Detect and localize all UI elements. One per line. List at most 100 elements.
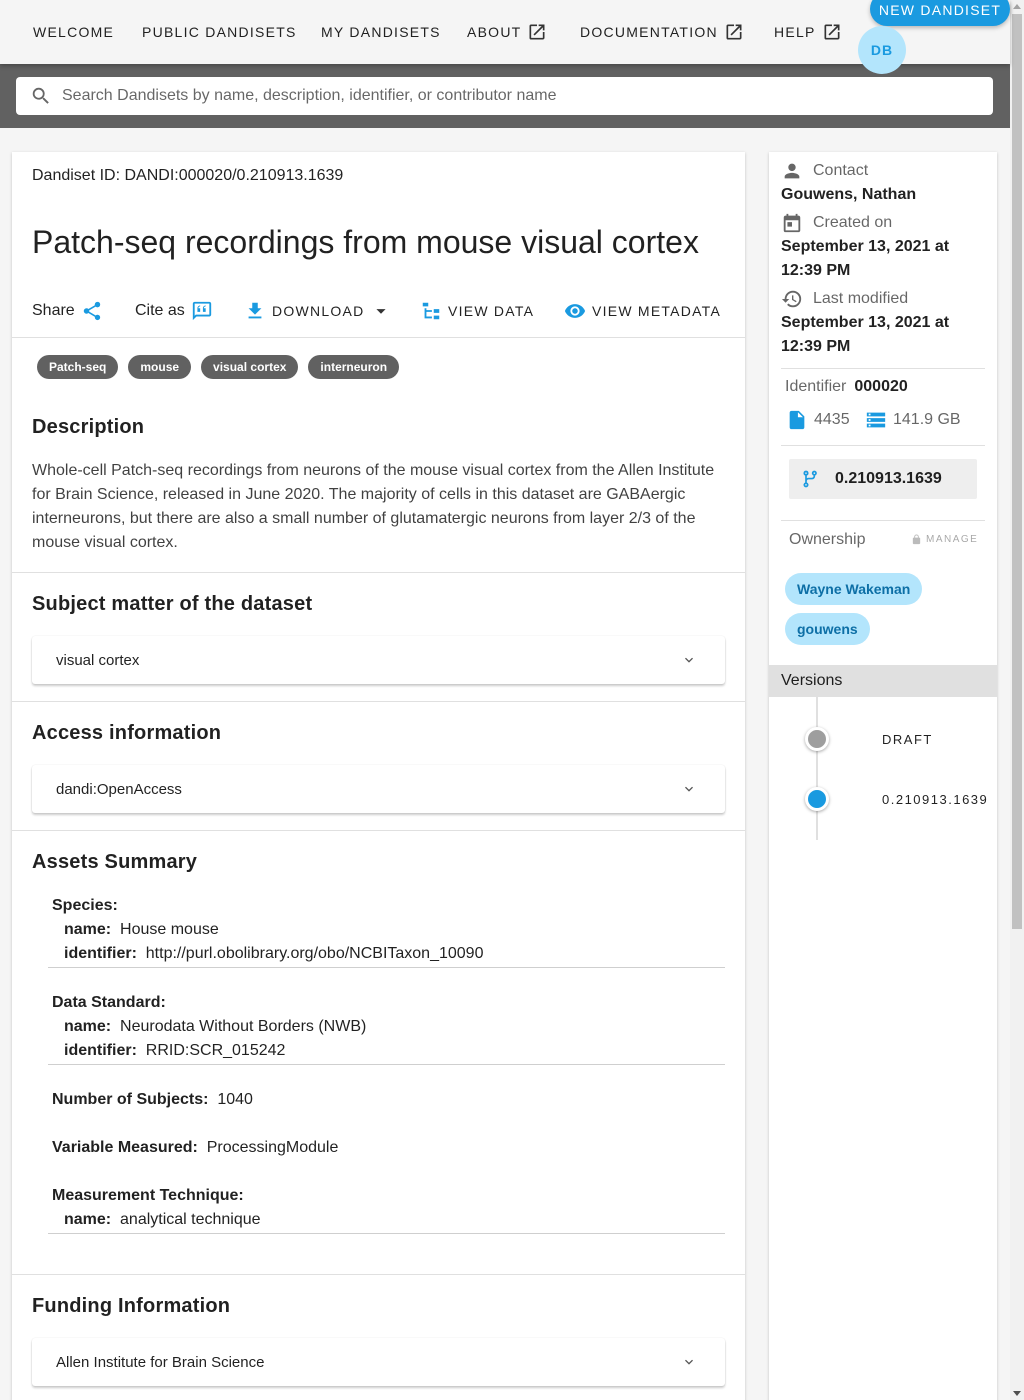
description-text: Whole-cell Patch-seq recordings from neu… [32, 462, 715, 551]
species-block: Species: name: House mouse identifier: h… [52, 894, 725, 966]
version-dot-draft [805, 727, 829, 751]
download-button[interactable]: DOWNLOAD [244, 300, 392, 322]
technique-label: Measurement Technique: [52, 1187, 244, 1204]
external-link-icon [824, 24, 840, 40]
data-standard-label: Data Standard: [52, 994, 166, 1011]
external-link-icon [726, 24, 742, 40]
owner-chip[interactable]: Wayne Wakeman [785, 573, 923, 605]
version-timeline [816, 697, 818, 840]
dandiset-sidebar: Contact Gouwens, Nathan Created on Septe… [769, 152, 997, 1400]
ownership-label: Ownership [789, 531, 866, 548]
file-icon [789, 410, 805, 430]
scroll-up-arrow[interactable] [1013, 4, 1021, 9]
external-link-icon [529, 24, 545, 40]
file-count-row: 4435 [786, 409, 850, 431]
cite-as-button[interactable]: Cite as [135, 300, 213, 322]
standard-name: Neurodata Without Borders (NWB) [120, 1018, 367, 1035]
divider [12, 572, 745, 573]
asset-divider [48, 967, 725, 968]
scroll-thumb[interactable] [1012, 14, 1022, 929]
subject-value: visual cortex [56, 651, 140, 669]
download-icon [248, 302, 262, 319]
modified-row: Last modified [781, 288, 908, 310]
manage-button[interactable]: MANAGE [911, 534, 978, 545]
technique-name: analytical technique [120, 1211, 261, 1228]
quote-icon [192, 301, 211, 321]
scroll-down-arrow[interactable] [1013, 1391, 1021, 1396]
measurement-technique-block: Measurement Technique: name: analytical … [52, 1184, 725, 1232]
technique-name-label: name: [64, 1211, 112, 1228]
lock-icon [912, 534, 921, 545]
funding-expansion-panel[interactable]: Allen Institute for Brain Science [32, 1338, 725, 1386]
species-label: Species: [52, 897, 118, 914]
created-row: Created on [781, 212, 892, 234]
divider [12, 830, 745, 831]
keyword-chip[interactable]: interneuron [308, 355, 400, 379]
user-avatar[interactable]: DB [858, 26, 906, 74]
variable-value: ProcessingModule [206, 1139, 339, 1156]
keyword-chip[interactable]: visual cortex [201, 355, 299, 379]
variable-measured-block: Variable Measured: ProcessingModule [52, 1136, 725, 1160]
share-icon [83, 301, 100, 321]
access-value: dandi:OpenAccess [56, 780, 182, 798]
action-bar: Share Cite as DOWNLOAD VIEW DATA VIEW ME… [12, 298, 745, 338]
contact-name: Gouwens, Nathan [781, 186, 917, 203]
nav-about[interactable]: ABOUT [467, 22, 547, 42]
subjects-value: 1040 [217, 1091, 253, 1108]
assets-summary-heading: Assets Summary [32, 851, 198, 873]
share-button[interactable]: Share [32, 300, 103, 322]
species-name: House mouse [120, 921, 219, 938]
search-bar [0, 64, 1010, 128]
dandiset-main-card: Dandiset ID: DANDI:000020/0.210913.1639 … [12, 152, 745, 1400]
subject-expansion-panel[interactable]: visual cortex [32, 636, 725, 684]
asset-divider [48, 1233, 725, 1234]
file-tree-icon [422, 302, 440, 320]
divider [781, 445, 985, 446]
nav-documentation[interactable]: DOCUMENTATION [580, 22, 744, 42]
divider [12, 701, 745, 702]
contact-row: Contact [781, 160, 868, 182]
divider [781, 368, 985, 369]
chevron-down-icon [685, 786, 693, 792]
size-row: 141.9 GB [865, 409, 961, 431]
nav-my-dandisets[interactable]: MY DANDISETS [321, 22, 441, 42]
standard-name-label: name: [64, 1018, 112, 1035]
view-metadata-button[interactable]: VIEW METADATA [564, 300, 721, 322]
divider [781, 520, 985, 521]
versions-header: Versions [769, 665, 997, 697]
modified-date: September 13, 2021 at 12:39 PM [781, 314, 950, 355]
page-scrollbar[interactable] [1010, 0, 1024, 1400]
eye-icon [564, 304, 586, 318]
subjects-count-block: Number of Subjects: 1040 [52, 1088, 725, 1112]
current-version-box: 0.210913.1639 [789, 459, 977, 499]
species-identifier-label: identifier: [64, 945, 137, 962]
caret-down-icon [376, 309, 387, 314]
species-name-label: name: [64, 921, 112, 938]
access-expansion-panel[interactable]: dandi:OpenAccess [32, 765, 725, 813]
nav-help[interactable]: HELP [774, 22, 842, 42]
keyword-chip[interactable]: mouse [128, 355, 192, 379]
search-input[interactable] [62, 87, 993, 105]
view-data-button[interactable]: VIEW DATA [420, 300, 534, 322]
funding-value: Allen Institute for Brain Science [56, 1353, 265, 1371]
version-published[interactable]: 0.210913.1639 [882, 792, 988, 807]
calendar-icon [783, 213, 801, 233]
description-heading: Description [32, 416, 145, 438]
search-box [16, 77, 993, 115]
nav-public-dandisets[interactable]: PUBLIC DANDISETS [142, 22, 297, 42]
access-heading: Access information [32, 722, 222, 744]
data-standard-block: Data Standard: name: Neurodata Without B… [52, 991, 725, 1063]
keyword-chip[interactable]: Patch-seq [37, 355, 119, 379]
nav-welcome[interactable]: WELCOME [33, 22, 114, 42]
dandiset-id: Dandiset ID: DANDI:000020/0.210913.1639 [32, 167, 344, 184]
asset-divider [48, 1064, 725, 1065]
identifier-value: 000020 [854, 378, 908, 395]
new-dandiset-button[interactable]: NEW DANDISET [870, 0, 1010, 26]
person-icon [784, 163, 800, 179]
version-draft[interactable]: DRAFT [882, 732, 933, 747]
owner-chip[interactable]: gouwens [785, 613, 870, 645]
variable-label: Variable Measured: [52, 1139, 198, 1156]
subject-heading: Subject matter of the dataset [32, 593, 313, 615]
divider [12, 1274, 745, 1275]
search-icon [32, 87, 49, 104]
